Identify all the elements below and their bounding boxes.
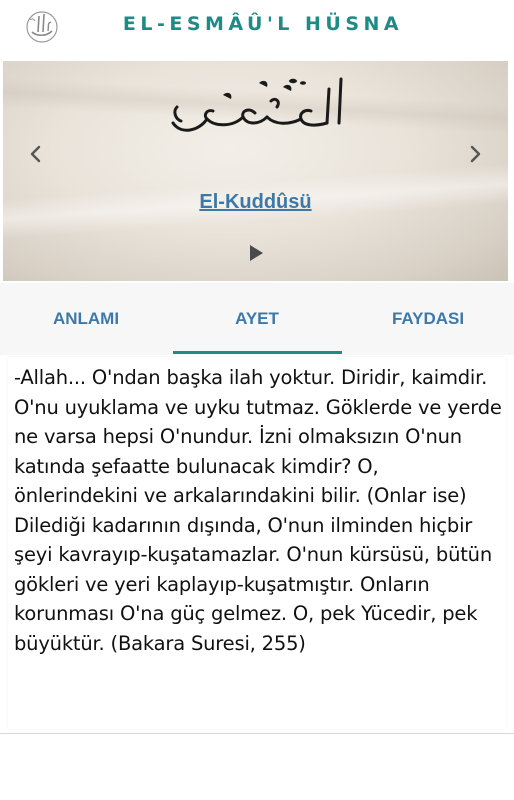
arabic-calligraphy-image — [171, 77, 343, 132]
app-bar: EL-ESMÂÛ'L HÜSNA — [0, 0, 514, 56]
bottom-divider — [0, 733, 514, 734]
tab-ayet[interactable]: AYET — [172, 283, 342, 355]
content-card: -Allah... O'ndan başka ilah yoktur. Diri… — [8, 357, 506, 729]
tab-anlami[interactable]: ANLAMI — [0, 283, 172, 355]
play-icon[interactable] — [246, 242, 266, 264]
name-link[interactable]: El-Kuddûsü — [3, 191, 508, 214]
verse-text: -Allah... O'ndan başka ilah yoktur. Diri… — [14, 366, 502, 655]
name-banner: El-Kuddûsü — [3, 61, 508, 281]
tab-faydasi[interactable]: FAYDASI — [342, 283, 514, 355]
chevron-left-icon[interactable] — [23, 141, 49, 167]
active-tab-indicator — [173, 351, 342, 354]
chevron-right-icon[interactable] — [462, 141, 488, 167]
app-title: EL-ESMÂÛ'L HÜSNA — [122, 13, 404, 35]
tab-bar: ANLAMI AYET FAYDASI — [0, 283, 514, 355]
